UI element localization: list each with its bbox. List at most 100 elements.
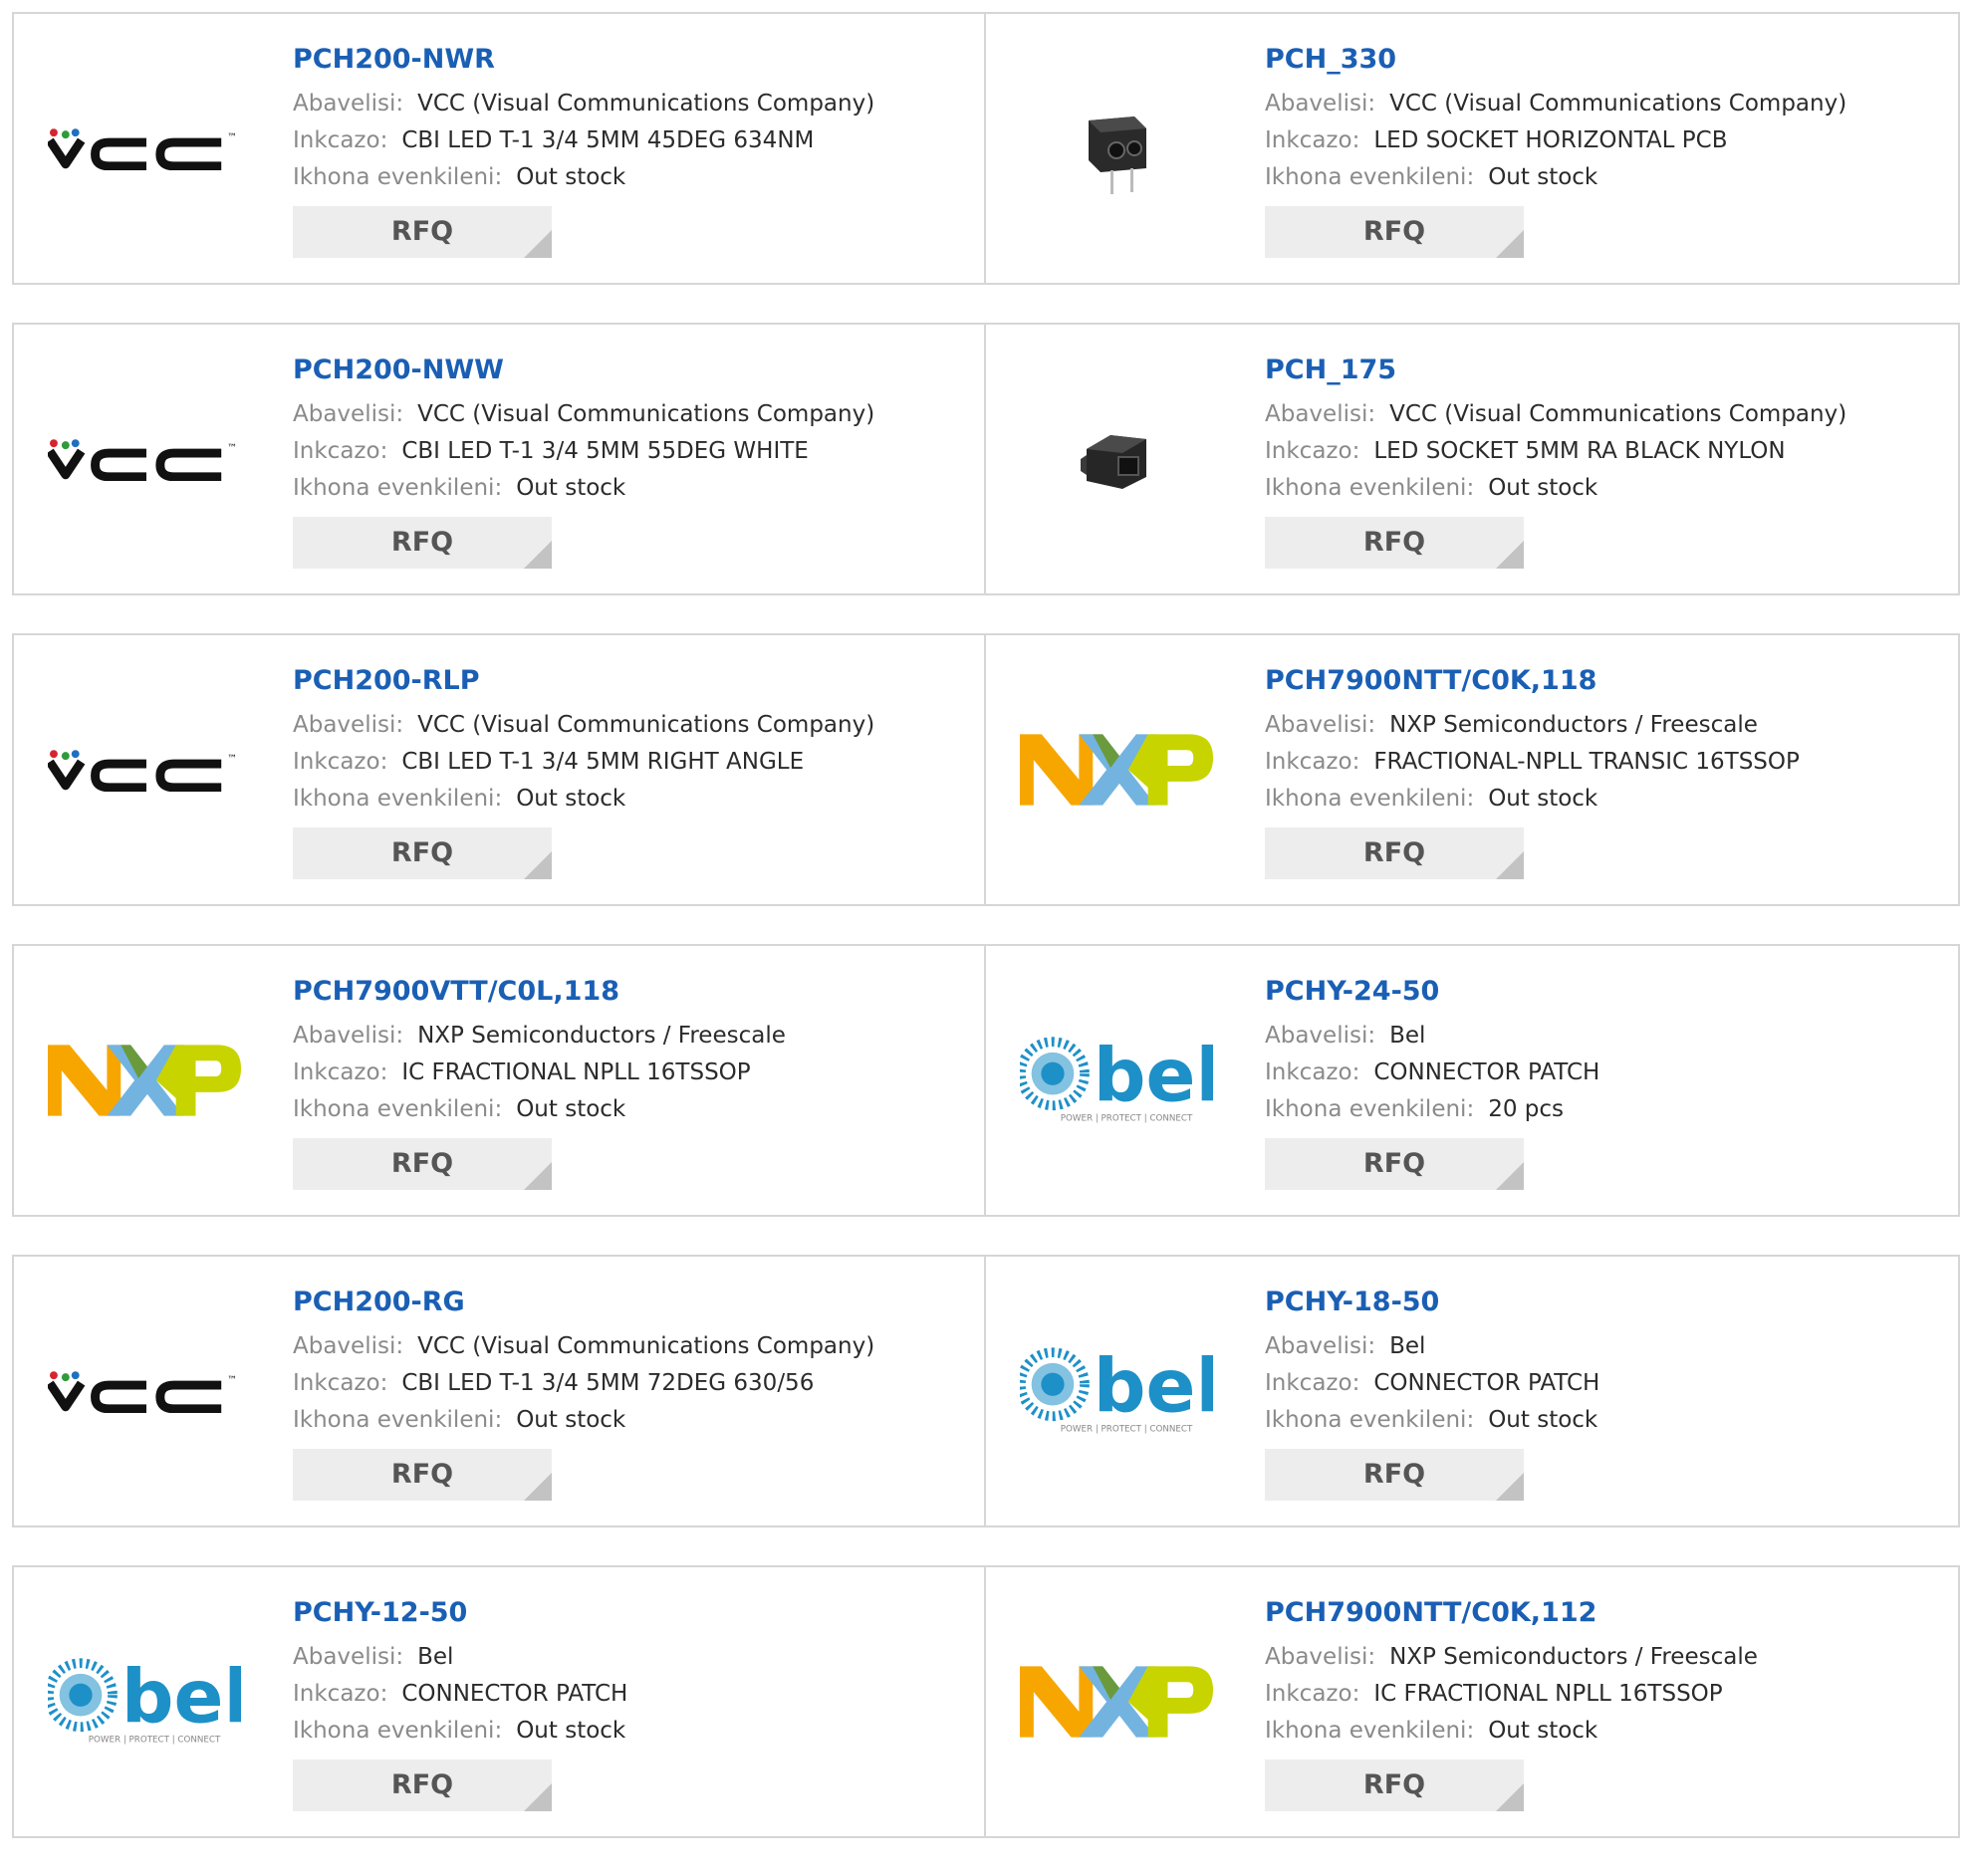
vcc-logo: ™ <box>48 74 241 223</box>
stock-value: Out stock <box>1488 475 1598 501</box>
description-value: CONNECTOR PATCH <box>1373 1370 1600 1396</box>
manufacturer-label: Abavelisi: <box>293 1644 404 1670</box>
corner-triangle-icon <box>1496 541 1524 569</box>
manufacturer-label: Abavelisi: <box>293 1023 404 1049</box>
description-label: Inkcazo: <box>1265 1370 1360 1396</box>
product-card: ™ PCH200-RLP Abavelisi: VCC (Visual Commu… <box>12 633 986 906</box>
product-card: PCH_175 Abavelisi: VCC (Visual Communicat… <box>986 323 1960 595</box>
stock-value: Out stock <box>516 475 626 501</box>
nxp-logo <box>1020 695 1213 844</box>
description-label: Inkcazo: <box>293 749 388 775</box>
part-number-link[interactable]: PCHY-18-50 <box>1265 1287 1599 1318</box>
svg-text:™: ™ <box>227 754 237 765</box>
nxp-logo <box>48 1006 241 1155</box>
part-number-link[interactable]: PCH_175 <box>1265 354 1846 386</box>
rfq-button[interactable]: RFQ <box>1265 1759 1524 1811</box>
manufacturer-value: VCC (Visual Communications Company) <box>1389 401 1847 427</box>
part-number-link[interactable]: PCHY-24-50 <box>1265 976 1599 1008</box>
manufacturer-value: VCC (Visual Communications Company) <box>1389 91 1847 117</box>
stock-label: Ikhona evenkileni: <box>1265 1096 1475 1122</box>
manufacturer-label: Abavelisi: <box>1265 91 1376 117</box>
description-label: Inkcazo: <box>1265 127 1360 153</box>
svg-text:™: ™ <box>227 1375 237 1386</box>
product-card: bel POWER | PROTECT | CONNECT PCHY-24-50… <box>986 944 1960 1217</box>
product-grid: ™ PCH200-NWR Abavelisi: VCC (Visual Commu… <box>12 12 1960 1876</box>
product-card: bel POWER | PROTECT | CONNECT PCHY-12-50… <box>12 1565 986 1838</box>
description-label: Inkcazo: <box>1265 438 1360 464</box>
corner-triangle-icon <box>524 1783 552 1811</box>
rfq-button[interactable]: RFQ <box>1265 206 1524 258</box>
part-number-link[interactable]: PCH7900NTT/C0K,118 <box>1265 665 1800 697</box>
description-value: CBI LED T-1 3/4 5MM 72DEG 630/56 <box>401 1370 815 1396</box>
rfq-label: RFQ <box>1362 1148 1426 1179</box>
product-card: ™ PCH200-NWW Abavelisi: VCC (Visual Commu… <box>12 323 986 595</box>
rfq-button[interactable]: RFQ <box>293 1138 552 1190</box>
description-value: CONNECTOR PATCH <box>1373 1059 1600 1085</box>
description-label: Inkcazo: <box>293 1059 388 1085</box>
svg-text:POWER | PROTECT | CONNECT: POWER | PROTECT | CONNECT <box>1061 1114 1193 1124</box>
manufacturer-value: NXP Semiconductors / Freescale <box>1389 712 1758 738</box>
part-number-link[interactable]: PCH200-RG <box>293 1287 874 1318</box>
svg-text:bel: bel <box>1094 1036 1213 1118</box>
stock-label: Ikhona evenkileni: <box>293 1407 503 1433</box>
rfq-button[interactable]: RFQ <box>1265 517 1524 569</box>
rfq-button[interactable]: RFQ <box>1265 1138 1524 1190</box>
svg-text:bel: bel <box>122 1657 241 1740</box>
description-value: CBI LED T-1 3/4 5MM 45DEG 634NM <box>401 127 815 153</box>
rfq-label: RFQ <box>390 1459 454 1490</box>
part-number-link[interactable]: PCH200-NWW <box>293 354 874 386</box>
product-row: bel POWER | PROTECT | CONNECT PCHY-12-50… <box>12 1565 1960 1838</box>
stock-value: Out stock <box>516 1718 626 1744</box>
rfq-button[interactable]: RFQ <box>293 206 552 258</box>
rfq-button[interactable]: RFQ <box>293 517 552 569</box>
stock-value: Out stock <box>516 164 626 190</box>
svg-text:™: ™ <box>227 443 237 454</box>
rfq-button[interactable]: RFQ <box>293 1759 552 1811</box>
part-number-link[interactable]: PCHY-12-50 <box>293 1597 627 1629</box>
rfq-label: RFQ <box>390 216 454 247</box>
rfq-button[interactable]: RFQ <box>1265 827 1524 879</box>
svg-text:POWER | PROTECT | CONNECT: POWER | PROTECT | CONNECT <box>89 1736 221 1746</box>
description-value: LED SOCKET 5MM RA BLACK NYLON <box>1373 438 1786 464</box>
manufacturer-value: Bel <box>417 1644 454 1670</box>
rfq-button[interactable]: RFQ <box>1265 1449 1524 1501</box>
product-card: bel POWER | PROTECT | CONNECT PCHY-18-50… <box>986 1255 1960 1527</box>
product-card: PCH_330 Abavelisi: VCC (Visual Communicat… <box>986 12 1960 285</box>
vcc-logo: ™ <box>48 384 241 534</box>
rfq-label: RFQ <box>1362 1459 1426 1490</box>
corner-triangle-icon <box>1496 1473 1524 1501</box>
manufacturer-value: VCC (Visual Communications Company) <box>417 401 875 427</box>
stock-label: Ikhona evenkileni: <box>1265 164 1475 190</box>
description-label: Inkcazo: <box>1265 1059 1360 1085</box>
led-socket-image <box>1020 74 1213 223</box>
corner-triangle-icon <box>1496 1783 1524 1811</box>
product-row: ™ PCH200-RLP Abavelisi: VCC (Visual Commu… <box>12 633 1960 906</box>
manufacturer-label: Abavelisi: <box>1265 1023 1376 1049</box>
rfq-label: RFQ <box>390 527 454 558</box>
description-value: FRACTIONAL-NPLL TRANSIC 16TSSOP <box>1373 749 1800 775</box>
stock-label: Ikhona evenkileni: <box>293 1096 503 1122</box>
corner-triangle-icon <box>524 1473 552 1501</box>
part-number-link[interactable]: PCH_330 <box>1265 44 1846 76</box>
corner-triangle-icon <box>524 541 552 569</box>
manufacturer-label: Abavelisi: <box>1265 1333 1376 1359</box>
part-number-link[interactable]: PCH7900VTT/C0L,118 <box>293 976 786 1008</box>
stock-label: Ikhona evenkileni: <box>293 1718 503 1744</box>
product-row: PCH7900VTT/C0L,118 Abavelisi: NXP Semicon… <box>12 944 1960 1217</box>
rfq-button[interactable]: RFQ <box>293 827 552 879</box>
description-label: Inkcazo: <box>1265 1681 1360 1707</box>
part-number-link[interactable]: PCH200-NWR <box>293 44 874 76</box>
corner-triangle-icon <box>1496 851 1524 879</box>
led-socket-ra-image <box>1020 384 1213 534</box>
part-number-link[interactable]: PCH200-RLP <box>293 665 874 697</box>
nxp-logo <box>1020 1627 1213 1776</box>
product-row: ™ PCH200-NWR Abavelisi: VCC (Visual Commu… <box>12 12 1960 285</box>
corner-triangle-icon <box>524 851 552 879</box>
rfq-button[interactable]: RFQ <box>293 1449 552 1501</box>
description-label: Inkcazo: <box>293 127 388 153</box>
bel-logo: bel POWER | PROTECT | CONNECT <box>48 1627 241 1776</box>
description-value: CONNECTOR PATCH <box>401 1681 628 1707</box>
description-value: IC FRACTIONAL NPLL 16TSSOP <box>401 1059 751 1085</box>
part-number-link[interactable]: PCH7900NTT/C0K,112 <box>1265 1597 1758 1629</box>
rfq-label: RFQ <box>1362 837 1426 868</box>
